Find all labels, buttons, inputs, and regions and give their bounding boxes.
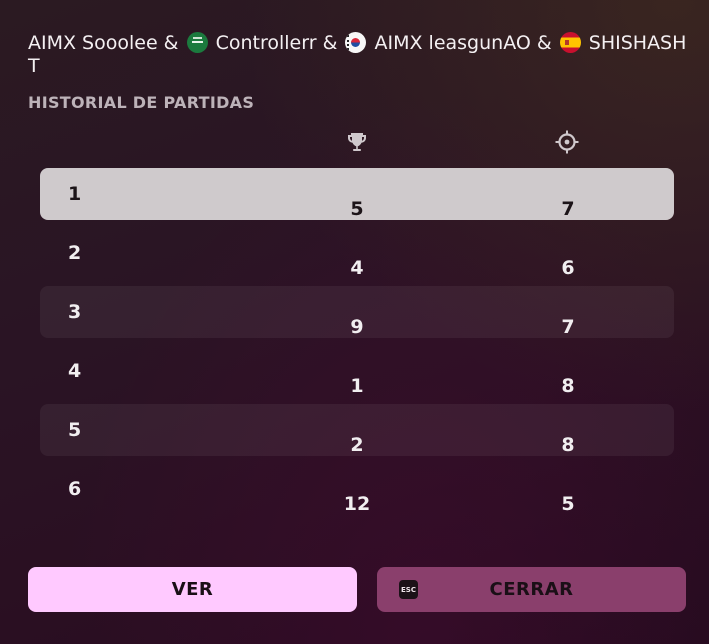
view-button[interactable]: VER <box>28 567 357 612</box>
match-row[interactable]: 2 4 6 <box>40 227 674 279</box>
wins-value: 12 <box>343 493 371 515</box>
team-member-1: AIMX Sooolee & <box>28 32 179 54</box>
trophy-icon <box>348 133 366 151</box>
kills-value: 7 <box>561 316 575 338</box>
match-row[interactable]: 3 9 7 <box>40 286 674 338</box>
round-number: 1 <box>68 183 82 205</box>
close-button-label: CERRAR <box>489 579 574 600</box>
kills-value: 8 <box>561 434 575 456</box>
round-number: 6 <box>68 478 82 500</box>
esc-key-icon: ESC <box>399 580 418 599</box>
match-row[interactable]: 5 2 8 <box>40 404 674 456</box>
team-title: AIMX Sooolee & Controllerr & AIMX leasgu… <box>28 32 688 78</box>
team-member-3: AIMX leasgunAO & <box>374 32 552 54</box>
south-korea-flag-icon <box>345 32 367 53</box>
match-row[interactable]: 4 1 8 <box>40 345 674 397</box>
wins-value: 1 <box>350 375 364 397</box>
saudi-arabia-flag-icon <box>186 32 208 53</box>
close-button[interactable]: ESC CERRAR <box>377 567 686 612</box>
round-number: 3 <box>68 301 82 323</box>
kills-value: 5 <box>561 493 575 515</box>
spain-flag-icon <box>559 32 581 53</box>
kills-value: 8 <box>561 375 575 397</box>
match-row[interactable]: 1 5 7 <box>40 168 674 220</box>
match-row[interactable]: 6 12 5 <box>40 463 674 515</box>
wins-value: 2 <box>350 434 364 456</box>
wins-value: 4 <box>350 257 364 279</box>
wins-value: 9 <box>350 316 364 338</box>
team-member-2: Controllerr & <box>215 32 338 54</box>
round-number: 4 <box>68 360 82 382</box>
round-number: 5 <box>68 419 82 441</box>
match-history-table: 1 5 7 2 4 6 3 9 7 4 1 8 5 2 8 6 12 5 <box>40 168 674 522</box>
wins-value: 5 <box>350 198 364 220</box>
crosshair-icon <box>555 130 579 154</box>
kills-value: 7 <box>561 198 575 220</box>
kills-value: 6 <box>561 257 575 279</box>
section-title: HISTORIAL DE PARTIDAS <box>28 93 255 112</box>
round-number: 2 <box>68 242 82 264</box>
view-button-label: VER <box>171 579 214 600</box>
